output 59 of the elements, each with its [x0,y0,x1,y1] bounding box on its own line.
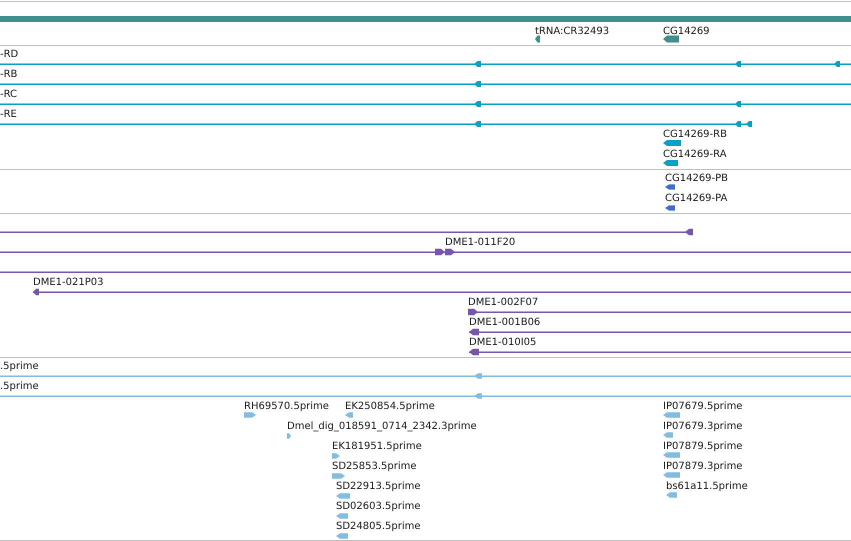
feature-line[interactable] [0,121,752,127]
feature-label[interactable]: -RB [0,69,18,80]
feature-arrow[interactable] [332,453,340,459]
feature-label[interactable]: IP07879.5prime [663,441,742,452]
feature-arrow[interactable] [332,473,345,479]
feature-arrow[interactable] [663,432,673,438]
feature-arrow[interactable] [663,160,678,166]
feature-arrow[interactable] [663,472,680,478]
feature-label[interactable]: RH69570.5prime [244,401,329,412]
feature-arrow[interactable] [665,184,675,190]
feature-arrow[interactable] [665,205,675,211]
feature-label[interactable]: IP07879.3prime [663,461,742,472]
feature-label[interactable]: SD25853.5prime [332,461,417,472]
feature-arrow[interactable] [663,36,679,42]
feature-line[interactable] [468,308,851,316]
feature-line[interactable] [0,101,851,107]
feature-label[interactable]: -RD [0,49,18,60]
feature-line[interactable] [469,348,851,356]
feature-label[interactable]: bs61a11.5prime [666,481,748,492]
feature-label[interactable]: DME1-011F20 [445,237,516,248]
feature-label[interactable]: DME1-001B06 [469,317,540,328]
feature-label[interactable]: Dmel_dig_018591_0714_2342.3prime [287,421,477,432]
feature-line[interactable] [0,81,851,87]
feature-label[interactable]: DME1-021P03 [33,277,104,288]
feature-line[interactable] [0,248,851,256]
feature-arrow[interactable] [244,412,256,418]
feature-arrow[interactable] [336,533,348,539]
feature-arrow[interactable] [287,433,291,439]
feature-label[interactable]: CG14269-PA [665,193,728,204]
feature-label[interactable]: SD24805.5prime [336,521,421,532]
feature-label[interactable]: EK250854.5prime [345,401,435,412]
feature-arrow[interactable] [663,452,680,458]
feature-label[interactable]: tRNA:CR32493 [535,26,610,37]
feature-line[interactable] [0,61,851,67]
feature-label[interactable]: CG14269-PB [665,173,728,184]
feature-label[interactable]: -RC [0,89,18,100]
feature-line[interactable] [33,288,851,296]
feature-arrow[interactable] [663,140,681,146]
feature-label[interactable]: EK181951.5prime [332,441,422,452]
feature-label[interactable]: CG14269-RA [663,149,727,160]
feature-arrow[interactable] [336,513,348,519]
feature-label[interactable]: DME1-010I05 [469,337,536,348]
feature-label[interactable]: IP07679.5prime [663,401,742,412]
feature-label[interactable]: CG14269 [663,26,710,37]
feature-arrow[interactable] [666,492,677,498]
feature-label[interactable]: SD22913.5prime [336,481,421,492]
feature-label[interactable]: SD02603.5prime [336,501,421,512]
feature-label[interactable]: .5prime [0,361,39,372]
feature-arrow[interactable] [336,493,350,499]
feature-label[interactable]: -RE [0,109,17,120]
feature-arrow[interactable] [535,36,540,42]
feature-label[interactable]: CG14269-RB [663,129,727,140]
feature-line[interactable] [0,228,693,236]
feature-arrow[interactable] [663,412,680,418]
feature-line[interactable] [469,328,851,336]
feature-label[interactable]: IP07679.3prime [663,421,742,432]
feature-label[interactable]: .5prime [0,381,39,392]
feature-arrow[interactable] [345,412,353,418]
feature-label[interactable]: DME1-002F07 [468,297,538,308]
